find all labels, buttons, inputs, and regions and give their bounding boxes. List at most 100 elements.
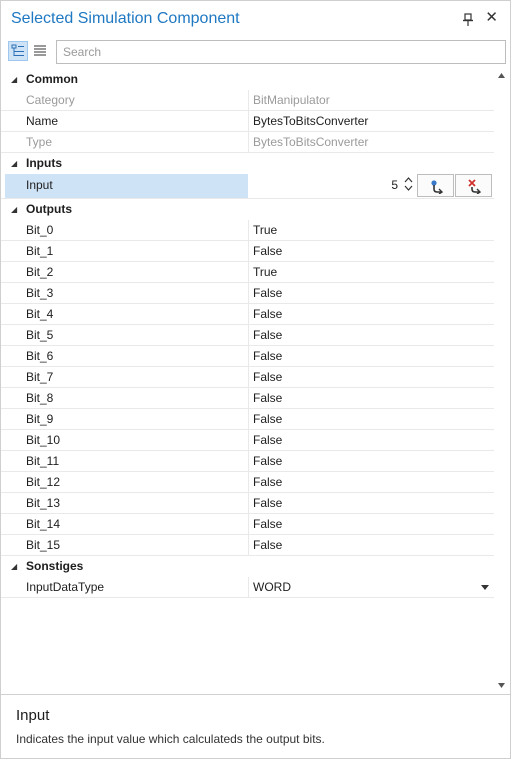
- property-row-bit: Bit_7 False: [1, 367, 494, 388]
- property-name: Name: [26, 114, 59, 128]
- property-name: Bit_9: [26, 412, 54, 426]
- category-inputs[interactable]: ◢ Inputs: [1, 153, 494, 174]
- property-value: True: [253, 223, 278, 237]
- property-value: BytesToBitsConverter: [253, 135, 369, 149]
- column-divider: [248, 304, 249, 324]
- expand-triangle-icon[interactable]: ◢: [11, 556, 17, 577]
- property-grid: ◢ Common Category BitManipulator Name By…: [1, 69, 510, 693]
- category-sonstiges[interactable]: ◢ Sonstiges: [1, 556, 494, 577]
- property-name: Bit_0: [26, 223, 54, 237]
- property-row-bit: Bit_0 True: [1, 220, 494, 241]
- category-label: Sonstiges: [26, 559, 84, 573]
- property-value[interactable]: BytesToBitsConverter: [253, 111, 368, 132]
- expand-triangle-icon[interactable]: ◢: [11, 199, 17, 220]
- property-value: False: [253, 370, 283, 384]
- column-divider: [248, 220, 249, 240]
- property-row-bit: Bit_4 False: [1, 304, 494, 325]
- categorized-view-icon: [11, 44, 24, 56]
- property-row-bit: Bit_15 False: [1, 535, 494, 556]
- property-row-bit: Bit_5 False: [1, 325, 494, 346]
- property-name: Bit_8: [26, 391, 54, 405]
- property-name: Bit_12: [26, 475, 61, 489]
- property-row-bit: Bit_6 False: [1, 346, 494, 367]
- property-value: False: [253, 349, 283, 363]
- column-divider: [248, 430, 249, 450]
- alphabetical-view-icon: [34, 45, 46, 56]
- category-common[interactable]: ◢ Common: [1, 69, 494, 90]
- property-name: Bit_7: [26, 370, 54, 384]
- property-name: Bit_13: [26, 496, 61, 510]
- category-outputs[interactable]: ◢ Outputs: [1, 199, 494, 220]
- scroll-up-icon[interactable]: [498, 73, 505, 78]
- column-divider: [248, 325, 249, 345]
- property-value: False: [253, 454, 283, 468]
- property-row-category: Category BitManipulator: [1, 90, 494, 111]
- column-divider: [248, 493, 249, 513]
- category-label: Outputs: [26, 202, 72, 216]
- column-divider: [248, 472, 249, 492]
- property-name: Category: [26, 93, 75, 107]
- column-divider: [248, 262, 249, 282]
- property-row-bit: Bit_2 True: [1, 262, 494, 283]
- title-bar: Selected Simulation Component ✕: [1, 1, 510, 37]
- property-row-bit: Bit_13 False: [1, 493, 494, 514]
- property-name: Bit_6: [26, 349, 54, 363]
- property-name: Bit_2: [26, 265, 54, 279]
- property-name: InputDataType: [26, 580, 105, 594]
- pin-icon[interactable]: [462, 13, 474, 27]
- dropdown-arrow-icon[interactable]: [481, 585, 489, 590]
- property-name: Bit_5: [26, 328, 54, 342]
- description-text: Indicates the input value which calculat…: [16, 732, 325, 746]
- property-row-bit: Bit_8 False: [1, 388, 494, 409]
- property-value: False: [253, 538, 283, 552]
- vertical-scrollbar[interactable]: [495, 69, 508, 693]
- column-divider: [248, 367, 249, 387]
- close-icon[interactable]: ✕: [485, 10, 498, 26]
- property-row-bit: Bit_14 False: [1, 514, 494, 535]
- property-value: False: [253, 307, 283, 321]
- expand-triangle-icon[interactable]: ◢: [11, 153, 17, 174]
- property-value: False: [253, 244, 283, 258]
- property-name: Bit_14: [26, 517, 61, 531]
- column-divider: [248, 409, 249, 429]
- spin-updown-icon[interactable]: [404, 176, 413, 192]
- panel-title: Selected Simulation Component: [11, 10, 240, 27]
- property-value: False: [253, 412, 283, 426]
- property-row-input[interactable]: Input 5: [1, 174, 494, 199]
- unbind-button[interactable]: [455, 174, 492, 197]
- column-divider: [248, 283, 249, 303]
- column-divider: [248, 451, 249, 471]
- property-name: Bit_15: [26, 538, 61, 552]
- alphabetical-view-button[interactable]: [31, 41, 51, 61]
- column-divider: [248, 514, 249, 534]
- property-row-bit: Bit_10 False: [1, 430, 494, 451]
- property-name: Bit_10: [26, 433, 61, 447]
- property-row-type: Type BytesToBitsConverter: [1, 132, 494, 153]
- category-label: Common: [26, 72, 78, 86]
- property-value: False: [253, 475, 283, 489]
- column-divider: [248, 241, 249, 261]
- outputs-list: Bit_0 True Bit_1 False Bit_2 True Bit_3 False Bi…: [1, 220, 494, 556]
- dropdown-value[interactable]: WORD: [253, 577, 291, 598]
- scroll-down-icon[interactable]: [498, 683, 505, 688]
- property-row-inputdatatype[interactable]: InputDataType WORD: [1, 577, 494, 598]
- expand-triangle-icon[interactable]: ◢: [11, 69, 17, 90]
- property-value: False: [253, 496, 283, 510]
- input-value[interactable]: 5: [249, 174, 398, 197]
- property-row-bit: Bit_12 False: [1, 472, 494, 493]
- description-title: Input: [16, 707, 50, 724]
- property-name: Bit_3: [26, 286, 54, 300]
- property-list: ◢ Common Category BitManipulator Name By…: [1, 69, 494, 598]
- property-row-name[interactable]: Name BytesToBitsConverter: [1, 111, 494, 132]
- property-value: False: [253, 328, 283, 342]
- search-input[interactable]: [56, 40, 506, 64]
- column-divider: [248, 535, 249, 555]
- bind-button[interactable]: [417, 174, 454, 197]
- property-row-bit: Bit_11 False: [1, 451, 494, 472]
- categorized-view-button[interactable]: [8, 41, 28, 61]
- category-label: Inputs: [26, 156, 62, 170]
- property-value: False: [253, 517, 283, 531]
- property-value: False: [253, 286, 283, 300]
- bind-connect-icon: [431, 180, 444, 194]
- properties-panel: Selected Simulation Component ✕ Search ◢…: [0, 0, 511, 759]
